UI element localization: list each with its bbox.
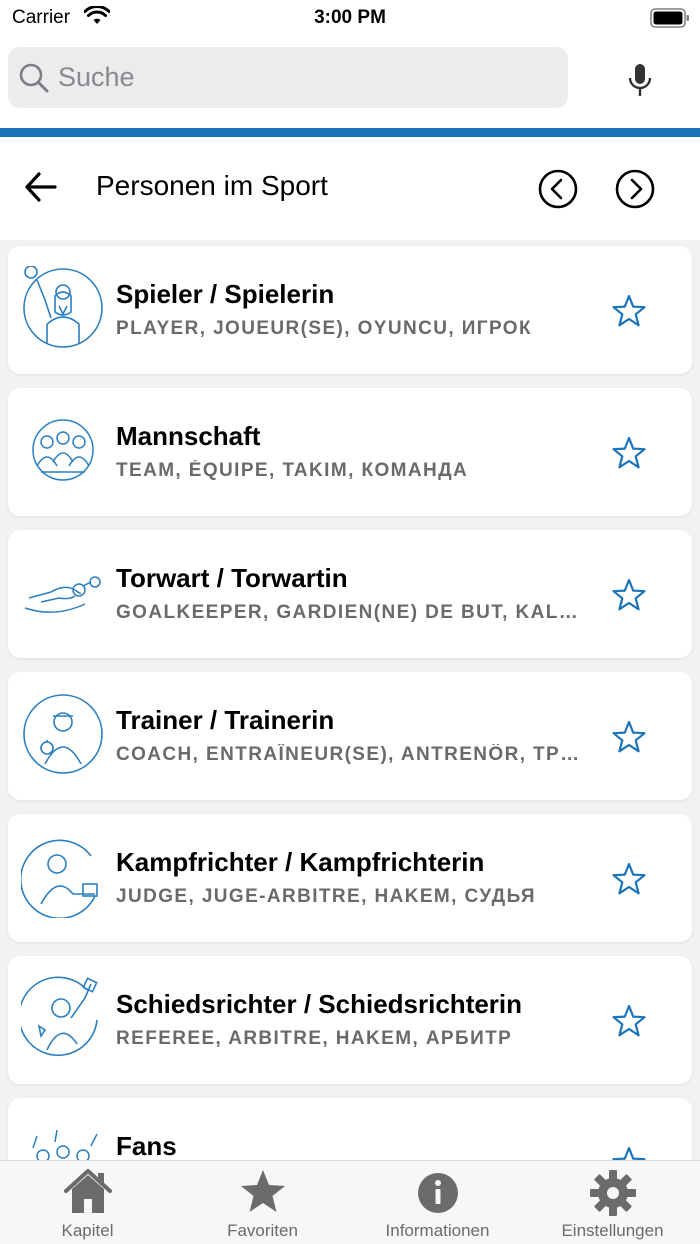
favorite-star-icon[interactable] — [611, 1146, 647, 1160]
navigation-bar: Personen im Sport — [0, 137, 700, 240]
item-subtitle: JUDGE, JUGE-ARBITRE, HAKEM, СУДЬЯ — [116, 886, 536, 907]
player-pictogram-icon — [21, 265, 105, 350]
status-time: 3:00 PM — [314, 7, 386, 28]
item-title: Spieler / Spielerin — [116, 279, 335, 309]
tab-informationen[interactable]: Informationen — [350, 1161, 525, 1244]
item-title: Schiedsrichter / Schiedsrichterin — [116, 989, 523, 1019]
list-item[interactable]: Schiedsrichter / Schiedsrichterin REFERE… — [8, 956, 692, 1084]
item-title: Trainer / Trainerin — [116, 705, 335, 735]
favorite-star-icon[interactable] — [611, 720, 647, 759]
referee-pictogram-icon — [18, 976, 105, 1060]
list-item[interactable]: Spieler / Spielerin PLAYER, JOUEUR(SE), … — [8, 246, 692, 374]
page-title: Personen im Sport — [96, 170, 328, 201]
microphone-icon[interactable] — [627, 63, 653, 104]
item-subtitle: PLAYER, JOUEUR(SE), OYUNCU, ИГРОК — [116, 318, 532, 339]
next-chapter-icon[interactable] — [615, 169, 655, 214]
favorite-star-icon[interactable] — [611, 862, 647, 901]
judge-pictogram-icon — [19, 834, 105, 920]
item-subtitle: COACH, ENTRAÎNEUR(SE), ANTRENÖR, ТРЕНЕР — [116, 744, 586, 765]
item-title: Fans — [116, 1131, 177, 1160]
item-title: Mannschaft — [116, 421, 261, 451]
tab-bar: Kapitel Favoriten Informationen Einstell… — [0, 1160, 700, 1244]
tab-einstellungen[interactable]: Einstellungen — [525, 1161, 700, 1244]
item-subtitle: TEAM, ÉQUIPE, TAKIM, КОМАНДА — [116, 460, 469, 481]
item-subtitle: REFEREE, ARBITRE, HAKEM, АРБИТР — [116, 1028, 513, 1049]
search-icon — [18, 62, 50, 99]
search-bar — [0, 36, 700, 128]
list-item[interactable]: Fans — [8, 1098, 692, 1160]
favorite-star-icon[interactable] — [611, 294, 647, 333]
home-icon — [62, 1167, 114, 1222]
tab-label: Kapitel — [61, 1221, 114, 1240]
info-icon — [412, 1167, 464, 1222]
item-title: Torwart / Torwartin — [116, 563, 348, 593]
coach-pictogram-icon — [21, 692, 105, 776]
team-pictogram-icon — [21, 408, 105, 492]
star-icon — [237, 1167, 289, 1222]
search-box[interactable] — [8, 47, 568, 108]
favorite-star-icon[interactable] — [611, 1004, 647, 1043]
status-bar: Carrier 3:00 PM — [0, 0, 700, 36]
tab-label: Favoriten — [227, 1221, 298, 1240]
list-item[interactable]: Mannschaft TEAM, ÉQUIPE, TAKIM, КОМАНДА — [8, 388, 692, 516]
favorite-star-icon[interactable] — [611, 436, 647, 475]
battery-icon — [650, 8, 690, 33]
people-list: Spieler / Spielerin PLAYER, JOUEUR(SE), … — [0, 240, 700, 1160]
item-subtitle: GOALKEEPER, GARDIEN(NE) DE BUT, KALECI, … — [116, 602, 586, 623]
fans-pictogram-icon — [21, 1118, 105, 1160]
goalkeeper-pictogram-icon — [21, 550, 105, 634]
back-arrow-icon[interactable] — [24, 171, 58, 208]
accent-stripe — [0, 128, 700, 137]
tab-label: Einstellungen — [561, 1221, 664, 1240]
tab-kapitel[interactable]: Kapitel — [0, 1161, 175, 1244]
gear-icon — [587, 1167, 639, 1222]
item-title: Kampfrichter / Kampfrichterin — [116, 847, 485, 877]
list-item[interactable]: Kampfrichter / Kampfrichterin JUDGE, JUG… — [8, 814, 692, 942]
favorite-star-icon[interactable] — [611, 578, 647, 617]
previous-chapter-icon[interactable] — [538, 169, 578, 214]
search-input[interactable] — [58, 47, 558, 108]
tab-favoriten[interactable]: Favoriten — [175, 1161, 350, 1244]
list-item[interactable]: Torwart / Torwartin GOALKEEPER, GARDIEN(… — [8, 530, 692, 658]
list-item[interactable]: Trainer / Trainerin COACH, ENTRAÎNEUR(SE… — [8, 672, 692, 800]
tab-label: Informationen — [385, 1221, 490, 1240]
